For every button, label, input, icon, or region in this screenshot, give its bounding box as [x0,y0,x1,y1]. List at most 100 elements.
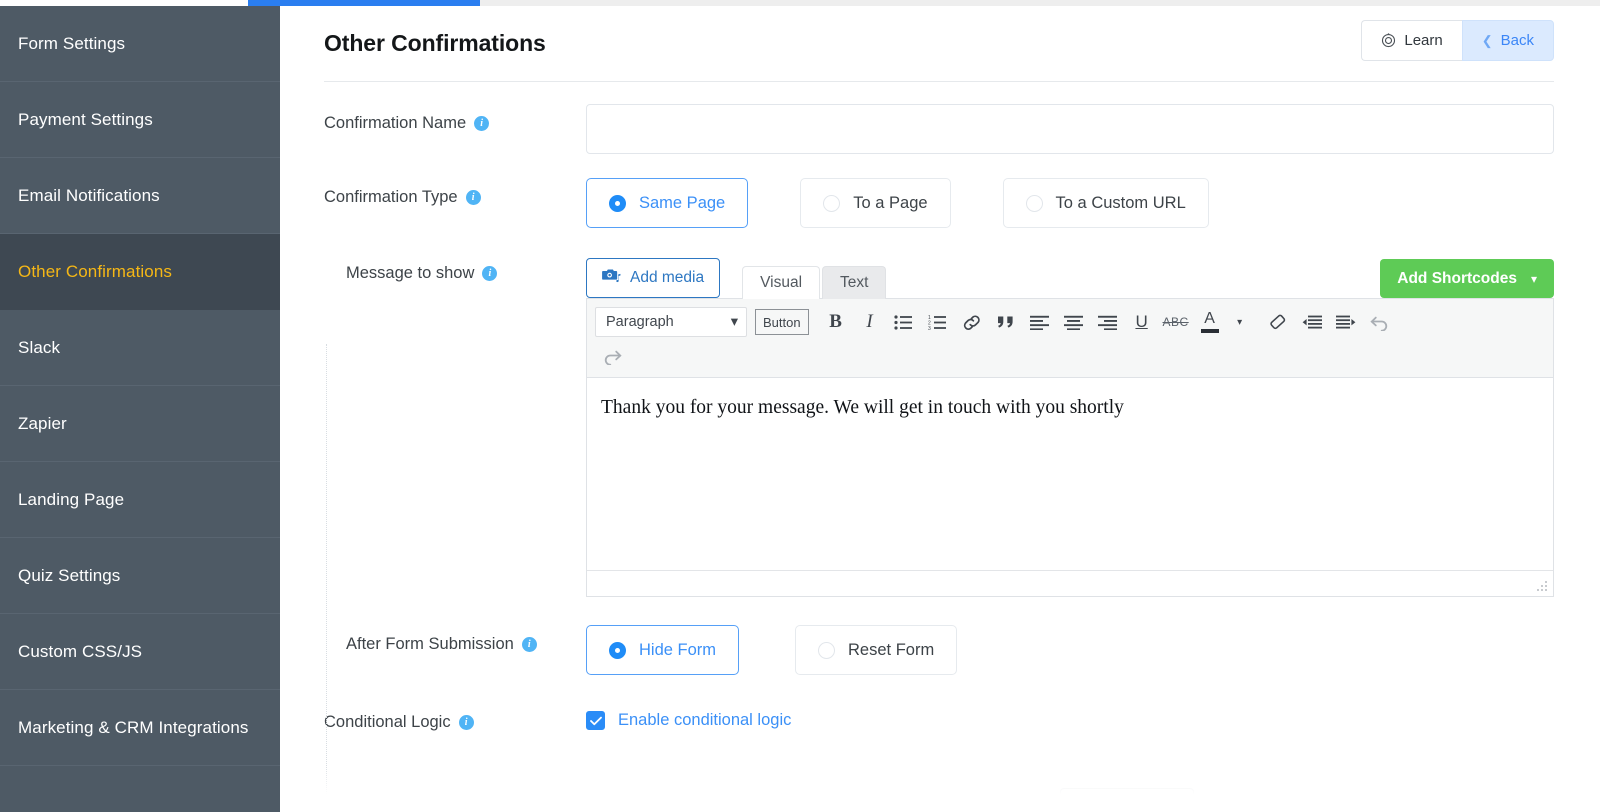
radio-hide-form[interactable]: Hide Form [586,625,739,675]
align-center-icon[interactable] [1057,305,1091,339]
confirmation-type-label-wrap: Confirmation Type i [324,178,586,207]
panel-header: Other Confirmations Learn ❮ Back [324,6,1554,82]
redo-icon[interactable] [595,339,629,373]
conditional-logic-label: Conditional Logic [324,713,451,732]
after-form-submission-label: After Form Submission [346,635,514,654]
undo-icon[interactable] [1363,305,1397,339]
bold-icon[interactable]: B [819,305,853,339]
text-color-icon[interactable]: A [1193,305,1227,339]
add-media-button[interactable]: Add media [586,258,720,298]
sidebar-item-label: Other Confirmations [18,262,172,282]
back-button[interactable]: ❮ Back [1462,20,1554,61]
info-icon[interactable]: i [459,715,474,730]
info-icon[interactable]: i [482,266,497,281]
sidebar-item-payment-settings[interactable]: Payment Settings [0,82,280,158]
sidebar-item-label: Slack [18,338,60,358]
sidebar-item-label: Zapier [18,414,67,434]
sidebar-item-zapier[interactable]: Zapier [0,386,280,462]
sidebar-item-label: Landing Page [18,490,124,510]
increase-indent-icon[interactable] [1329,305,1363,339]
target-icon [1381,33,1396,48]
numbered-list-icon[interactable]: 1 2 3 [921,305,955,339]
text-color-letter: A [1204,311,1215,327]
enable-conditional-logic-label[interactable]: Enable conditional logic [618,711,791,730]
chevron-left-icon: ❮ [1482,33,1493,49]
conditional-logic-toggle: Enable conditional logic [586,703,791,730]
header-actions: Learn ❮ Back [1361,20,1554,61]
radio-label: Reset Form [848,641,934,660]
section-divider [326,344,327,812]
learn-button[interactable]: Learn [1361,20,1461,61]
bulleted-list-icon[interactable] [887,305,921,339]
tab-visual[interactable]: Visual [742,266,820,299]
add-media-label: Add media [630,269,704,287]
sidebar-item-custom-css-js[interactable]: Custom CSS/JS [0,614,280,690]
row-conditional-logic: Conditional Logic i Enable conditional l… [324,703,1554,732]
info-icon[interactable]: i [466,190,481,205]
editor-top-bar: Add media Visual Text Add Shortcodes ▾ [586,254,1554,298]
check-icon [590,716,602,726]
italic-icon[interactable]: I [853,305,887,339]
main-panel: Other Confirmations Learn ❮ Back [280,6,1600,812]
page-title: Other Confirmations [324,30,546,57]
enable-conditional-logic-checkbox[interactable] [586,711,605,730]
confirmation-name-label: Confirmation Name [324,114,466,133]
align-left-icon[interactable] [1023,305,1057,339]
confirmation-name-label-wrap: Confirmation Name i [324,104,586,133]
radio-dot-icon [609,195,626,212]
format-select-value: Paragraph [606,314,674,330]
link-icon[interactable] [955,305,989,339]
clear-formatting-eraser-icon[interactable] [1261,305,1295,339]
align-right-icon[interactable] [1091,305,1125,339]
settings-form: Confirmation Name i Confirmation Type i … [280,104,1600,732]
chevron-down-icon: ▾ [1531,272,1537,286]
wysiwyg-editor: Add media Visual Text Add Shortcodes ▾ P… [586,254,1554,597]
after-form-submission-label-wrap: After Form Submission i [324,625,586,654]
add-shortcodes-button[interactable]: Add Shortcodes ▾ [1380,259,1554,298]
radio-to-a-custom-url[interactable]: To a Custom URL [1003,178,1209,228]
tab-text[interactable]: Text [822,266,886,299]
strikethrough-icon[interactable]: ABC [1159,305,1193,339]
row-message-to-show: Message to show i [324,254,1554,597]
row-confirmation-name: Confirmation Name i [324,104,1554,154]
radio-label: Hide Form [639,641,716,660]
editor-frame: Paragraph ▾ Button B I [586,298,1554,597]
info-icon[interactable]: i [474,116,489,131]
bottom-partial-control[interactable] [1060,788,1194,812]
add-shortcodes-label: Add Shortcodes [1397,270,1517,288]
sidebar-item-label: Payment Settings [18,110,153,130]
decrease-indent-icon[interactable] [1295,305,1329,339]
sidebar-item-other-confirmations[interactable]: Other Confirmations [0,234,280,310]
info-icon[interactable]: i [522,637,537,652]
after-form-submission-options: Hide Form Reset Form [586,625,957,675]
button-shortcode-button[interactable]: Button [755,309,809,335]
conditional-logic-label-wrap: Conditional Logic i [324,703,586,732]
confirmation-type-options: Same Page To a Page To a Custom URL [586,178,1209,228]
editor-resize-handle[interactable] [1535,579,1549,593]
radio-to-a-page[interactable]: To a Page [800,178,950,228]
underline-icon[interactable]: U [1125,305,1159,339]
blockquote-icon[interactable] [989,305,1023,339]
sidebar-item-email-notifications[interactable]: Email Notifications [0,158,280,234]
message-to-show-label: Message to show [346,264,474,283]
sidebar-item-label: Email Notifications [18,186,160,206]
sidebar-item-slack[interactable]: Slack [0,310,280,386]
media-camera-note-icon [602,268,621,289]
radio-reset-form[interactable]: Reset Form [795,625,957,675]
message-to-show-label-wrap: Message to show i [324,254,586,283]
radio-label: To a Page [853,194,927,213]
radio-same-page[interactable]: Same Page [586,178,748,228]
app-root: Form Settings Payment Settings Email Not… [0,0,1600,812]
sidebar-item-label: Form Settings [18,34,125,54]
confirmation-name-input[interactable] [586,104,1554,154]
sidebar-item-marketing-crm-integrations[interactable]: Marketing & CRM Integrations [0,690,280,766]
format-select[interactable]: Paragraph ▾ [595,307,747,337]
sidebar-item-landing-page[interactable]: Landing Page [0,462,280,538]
sidebar-item-quiz-settings[interactable]: Quiz Settings [0,538,280,614]
sidebar-item-form-settings[interactable]: Form Settings [0,6,280,82]
learn-button-label: Learn [1404,32,1442,49]
text-color-chevron-down-icon[interactable]: ▾ [1223,305,1257,339]
settings-sidebar: Form Settings Payment Settings Email Not… [0,6,280,812]
text-color-swatch [1201,329,1219,333]
editor-content-area[interactable]: Thank you for your message. We will get … [587,378,1553,570]
